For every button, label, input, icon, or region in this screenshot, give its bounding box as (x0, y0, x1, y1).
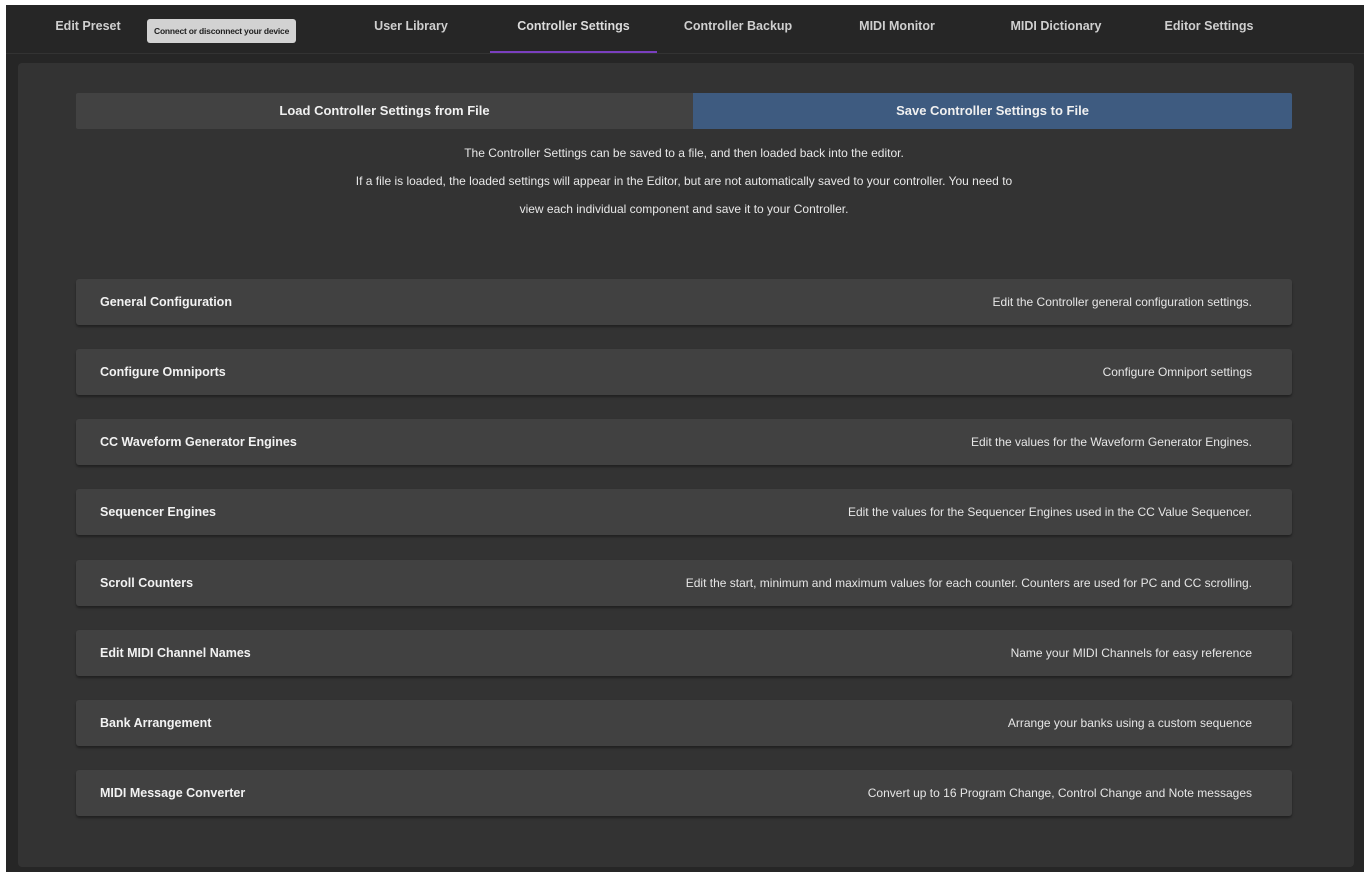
setting-row-scroll-counters[interactable]: Scroll Counters Edit the start, minimum … (76, 560, 1292, 606)
tab-bar: Edit Preset Connect or disconnect your d… (6, 5, 1364, 54)
tab-midi-dictionary[interactable]: MIDI Dictionary (994, 5, 1118, 53)
info-line: If a file is loaded, the loaded settings… (355, 174, 1013, 188)
setting-description: Edit the Controller general configuratio… (992, 295, 1252, 309)
tab-controller-settings[interactable]: Controller Settings (490, 5, 657, 53)
setting-row-cc-waveform-generator[interactable]: CC Waveform Generator Engines Edit the v… (76, 419, 1292, 465)
load-settings-button[interactable]: Load Controller Settings from File (76, 93, 693, 129)
info-line: view each individual component and save … (519, 202, 849, 216)
tab-edit-preset[interactable]: Edit Preset (48, 5, 128, 53)
setting-label: Bank Arrangement (100, 716, 212, 730)
setting-label: Edit MIDI Channel Names (100, 646, 251, 660)
setting-label: Sequencer Engines (100, 505, 217, 519)
setting-row-sequencer-engines[interactable]: Sequencer Engines Edit the values for th… (76, 489, 1292, 535)
setting-label: Configure Omniports (100, 365, 226, 379)
setting-description: Edit the values for the Sequencer Engine… (847, 505, 1252, 519)
setting-description: Name your MIDI Channels for easy referen… (1010, 646, 1252, 660)
tab-editor-settings[interactable]: Editor Settings (1154, 5, 1264, 53)
info-line: The Controller Settings can be saved to … (464, 146, 904, 160)
app-window: Edit Preset Connect or disconnect your d… (6, 5, 1364, 872)
setting-row-midi-channel-names[interactable]: Edit MIDI Channel Names Name your MIDI C… (76, 630, 1292, 676)
tab-controller-backup[interactable]: Controller Backup (670, 5, 806, 53)
setting-row-midi-message-converter[interactable]: MIDI Message Converter Convert up to 16 … (76, 770, 1292, 816)
tab-midi-monitor[interactable]: MIDI Monitor (842, 5, 952, 53)
setting-row-configure-omniports[interactable]: Configure Omniports Configure Omniport s… (76, 349, 1292, 395)
info-text: The Controller Settings can be saved to … (76, 139, 1292, 223)
setting-row-bank-arrangement[interactable]: Bank Arrangement Arrange your banks usin… (76, 700, 1292, 746)
tab-user-library[interactable]: User Library (356, 5, 466, 53)
setting-label: CC Waveform Generator Engines (100, 435, 297, 449)
controller-settings-panel: Load Controller Settings from File Save … (18, 63, 1354, 867)
connect-tooltip: Connect or disconnect your device (147, 19, 297, 43)
setting-description: Edit the values for the Waveform Generat… (970, 435, 1252, 449)
save-settings-button[interactable]: Save Controller Settings to File (693, 93, 1292, 129)
setting-label: MIDI Message Converter (100, 786, 246, 800)
setting-description: Convert up to 16 Program Change, Control… (867, 786, 1252, 800)
setting-label: General Configuration (100, 295, 232, 309)
setting-description: Edit the start, minimum and maximum valu… (685, 576, 1252, 590)
setting-description: Arrange your banks using a custom sequen… (1007, 716, 1252, 730)
setting-row-general-configuration[interactable]: General Configuration Edit the Controlle… (76, 279, 1292, 325)
setting-label: Scroll Counters (100, 576, 194, 590)
setting-description: Configure Omniport settings (1102, 365, 1252, 379)
